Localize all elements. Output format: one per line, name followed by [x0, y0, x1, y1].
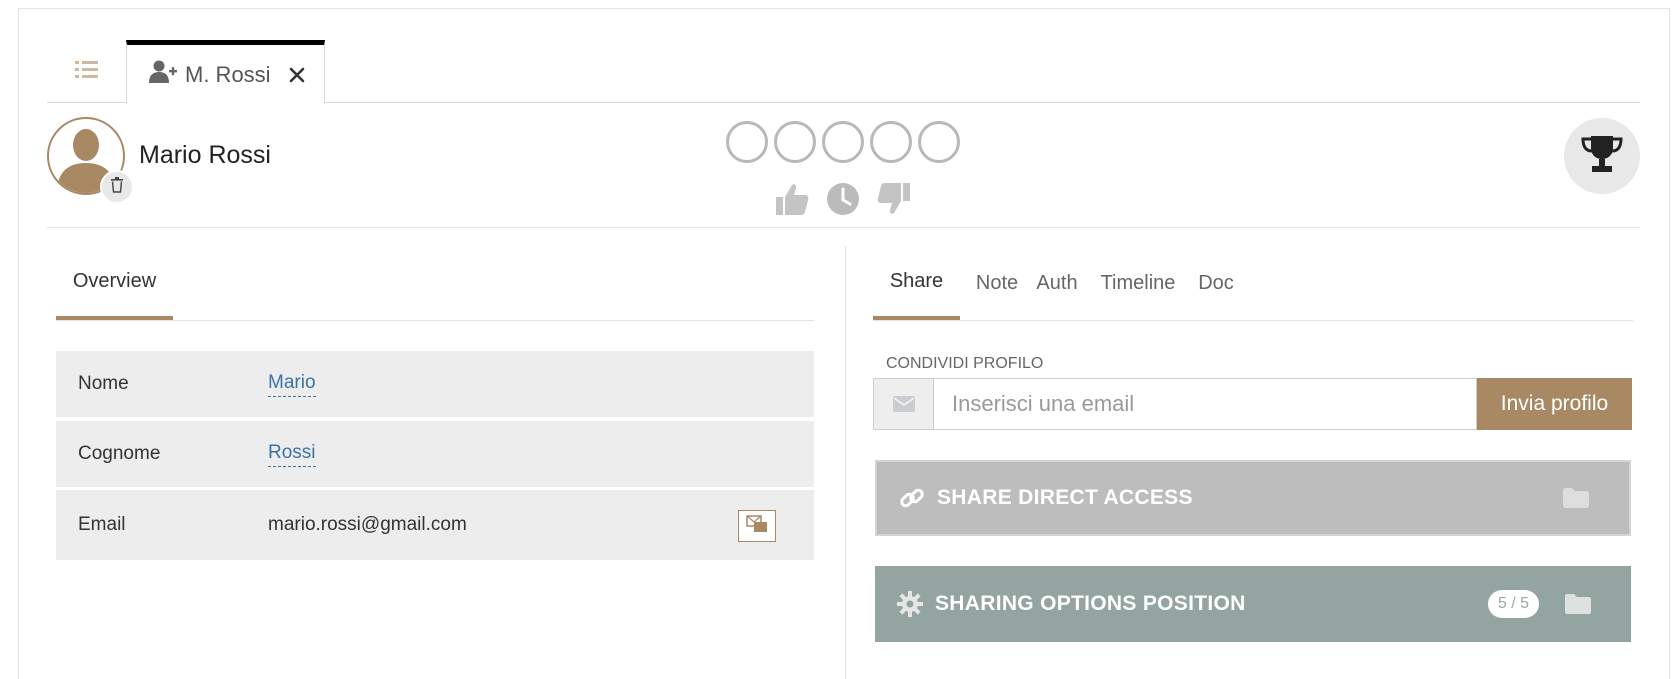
- sharing-options-panel[interactable]: SHARING OPTIONS POSITION 5 / 5: [875, 566, 1631, 642]
- thumbs-up-icon[interactable]: [774, 181, 810, 222]
- left-tabs: Overview: [56, 246, 814, 321]
- folder-icon[interactable]: [1563, 488, 1589, 508]
- tab-timeline[interactable]: Timeline: [1095, 246, 1181, 320]
- field-value-editable[interactable]: Rossi: [268, 442, 316, 467]
- field-label: Nome: [78, 373, 129, 394]
- email-input[interactable]: [933, 378, 1477, 430]
- top-tabs: M. Rossi: [47, 40, 1640, 104]
- tab-auth[interactable]: Auth: [1033, 246, 1081, 320]
- person-name: Mario Rossi: [139, 141, 271, 169]
- tab-person[interactable]: M. Rossi: [126, 40, 325, 104]
- mail-icon: [746, 514, 768, 538]
- trophy-icon: [1580, 134, 1624, 179]
- delete-avatar-button[interactable]: [100, 170, 134, 204]
- tab-doc[interactable]: Doc: [1193, 246, 1239, 320]
- rating-circle[interactable]: [726, 121, 768, 163]
- tab-overview[interactable]: Overview: [56, 246, 173, 320]
- gear-icon: [897, 591, 923, 617]
- panel-title: SHARING OPTIONS POSITION: [935, 592, 1246, 615]
- thumbs-down-icon[interactable]: [876, 181, 912, 222]
- send-profile-button[interactable]: Invia profilo: [1477, 378, 1632, 430]
- share-profile-form: Invia profilo: [873, 378, 1632, 430]
- field-row-cognome: Cognome Rossi: [56, 421, 814, 487]
- tab-note[interactable]: Note: [971, 246, 1023, 320]
- folder-icon[interactable]: [1565, 594, 1591, 614]
- rating-circle[interactable]: [774, 121, 816, 163]
- field-row-email: Email mario.rossi@gmail.com: [56, 490, 814, 560]
- user-plus-icon: [149, 60, 177, 89]
- field-label: Cognome: [78, 443, 161, 464]
- field-label: Email: [78, 514, 126, 535]
- count-badge: 5 / 5: [1487, 590, 1539, 618]
- pane-divider: [845, 246, 846, 679]
- field-value: mario.rossi@gmail.com: [268, 514, 467, 535]
- right-tabs: Share Note Auth Timeline Doc: [873, 246, 1633, 321]
- envelope-icon: [873, 378, 933, 430]
- vote-icons: [774, 181, 912, 222]
- trophy-button[interactable]: [1564, 118, 1640, 194]
- tab-share[interactable]: Share: [873, 246, 960, 320]
- rating-circle[interactable]: [918, 121, 960, 163]
- tab-person-label: M. Rossi: [185, 61, 271, 87]
- share-direct-access-panel[interactable]: SHARE DIRECT ACCESS: [875, 460, 1631, 536]
- clock-icon[interactable]: [826, 182, 860, 221]
- rating-circle[interactable]: [822, 121, 864, 163]
- trash-icon: [110, 176, 124, 198]
- list-icon: [74, 59, 99, 84]
- link-icon: [899, 485, 925, 511]
- panel-title: SHARE DIRECT ACCESS: [937, 486, 1193, 509]
- close-icon[interactable]: [289, 67, 305, 83]
- header-divider: [47, 227, 1640, 228]
- field-row-nome: Nome Mario: [56, 351, 814, 417]
- send-mail-button[interactable]: [738, 510, 776, 542]
- field-value-editable[interactable]: Mario: [268, 372, 316, 397]
- rating-circle[interactable]: [870, 121, 912, 163]
- tab-list[interactable]: [47, 40, 126, 103]
- share-profile-label: CONDIVIDI PROFILO: [886, 355, 1044, 372]
- rating-circles: [726, 121, 960, 163]
